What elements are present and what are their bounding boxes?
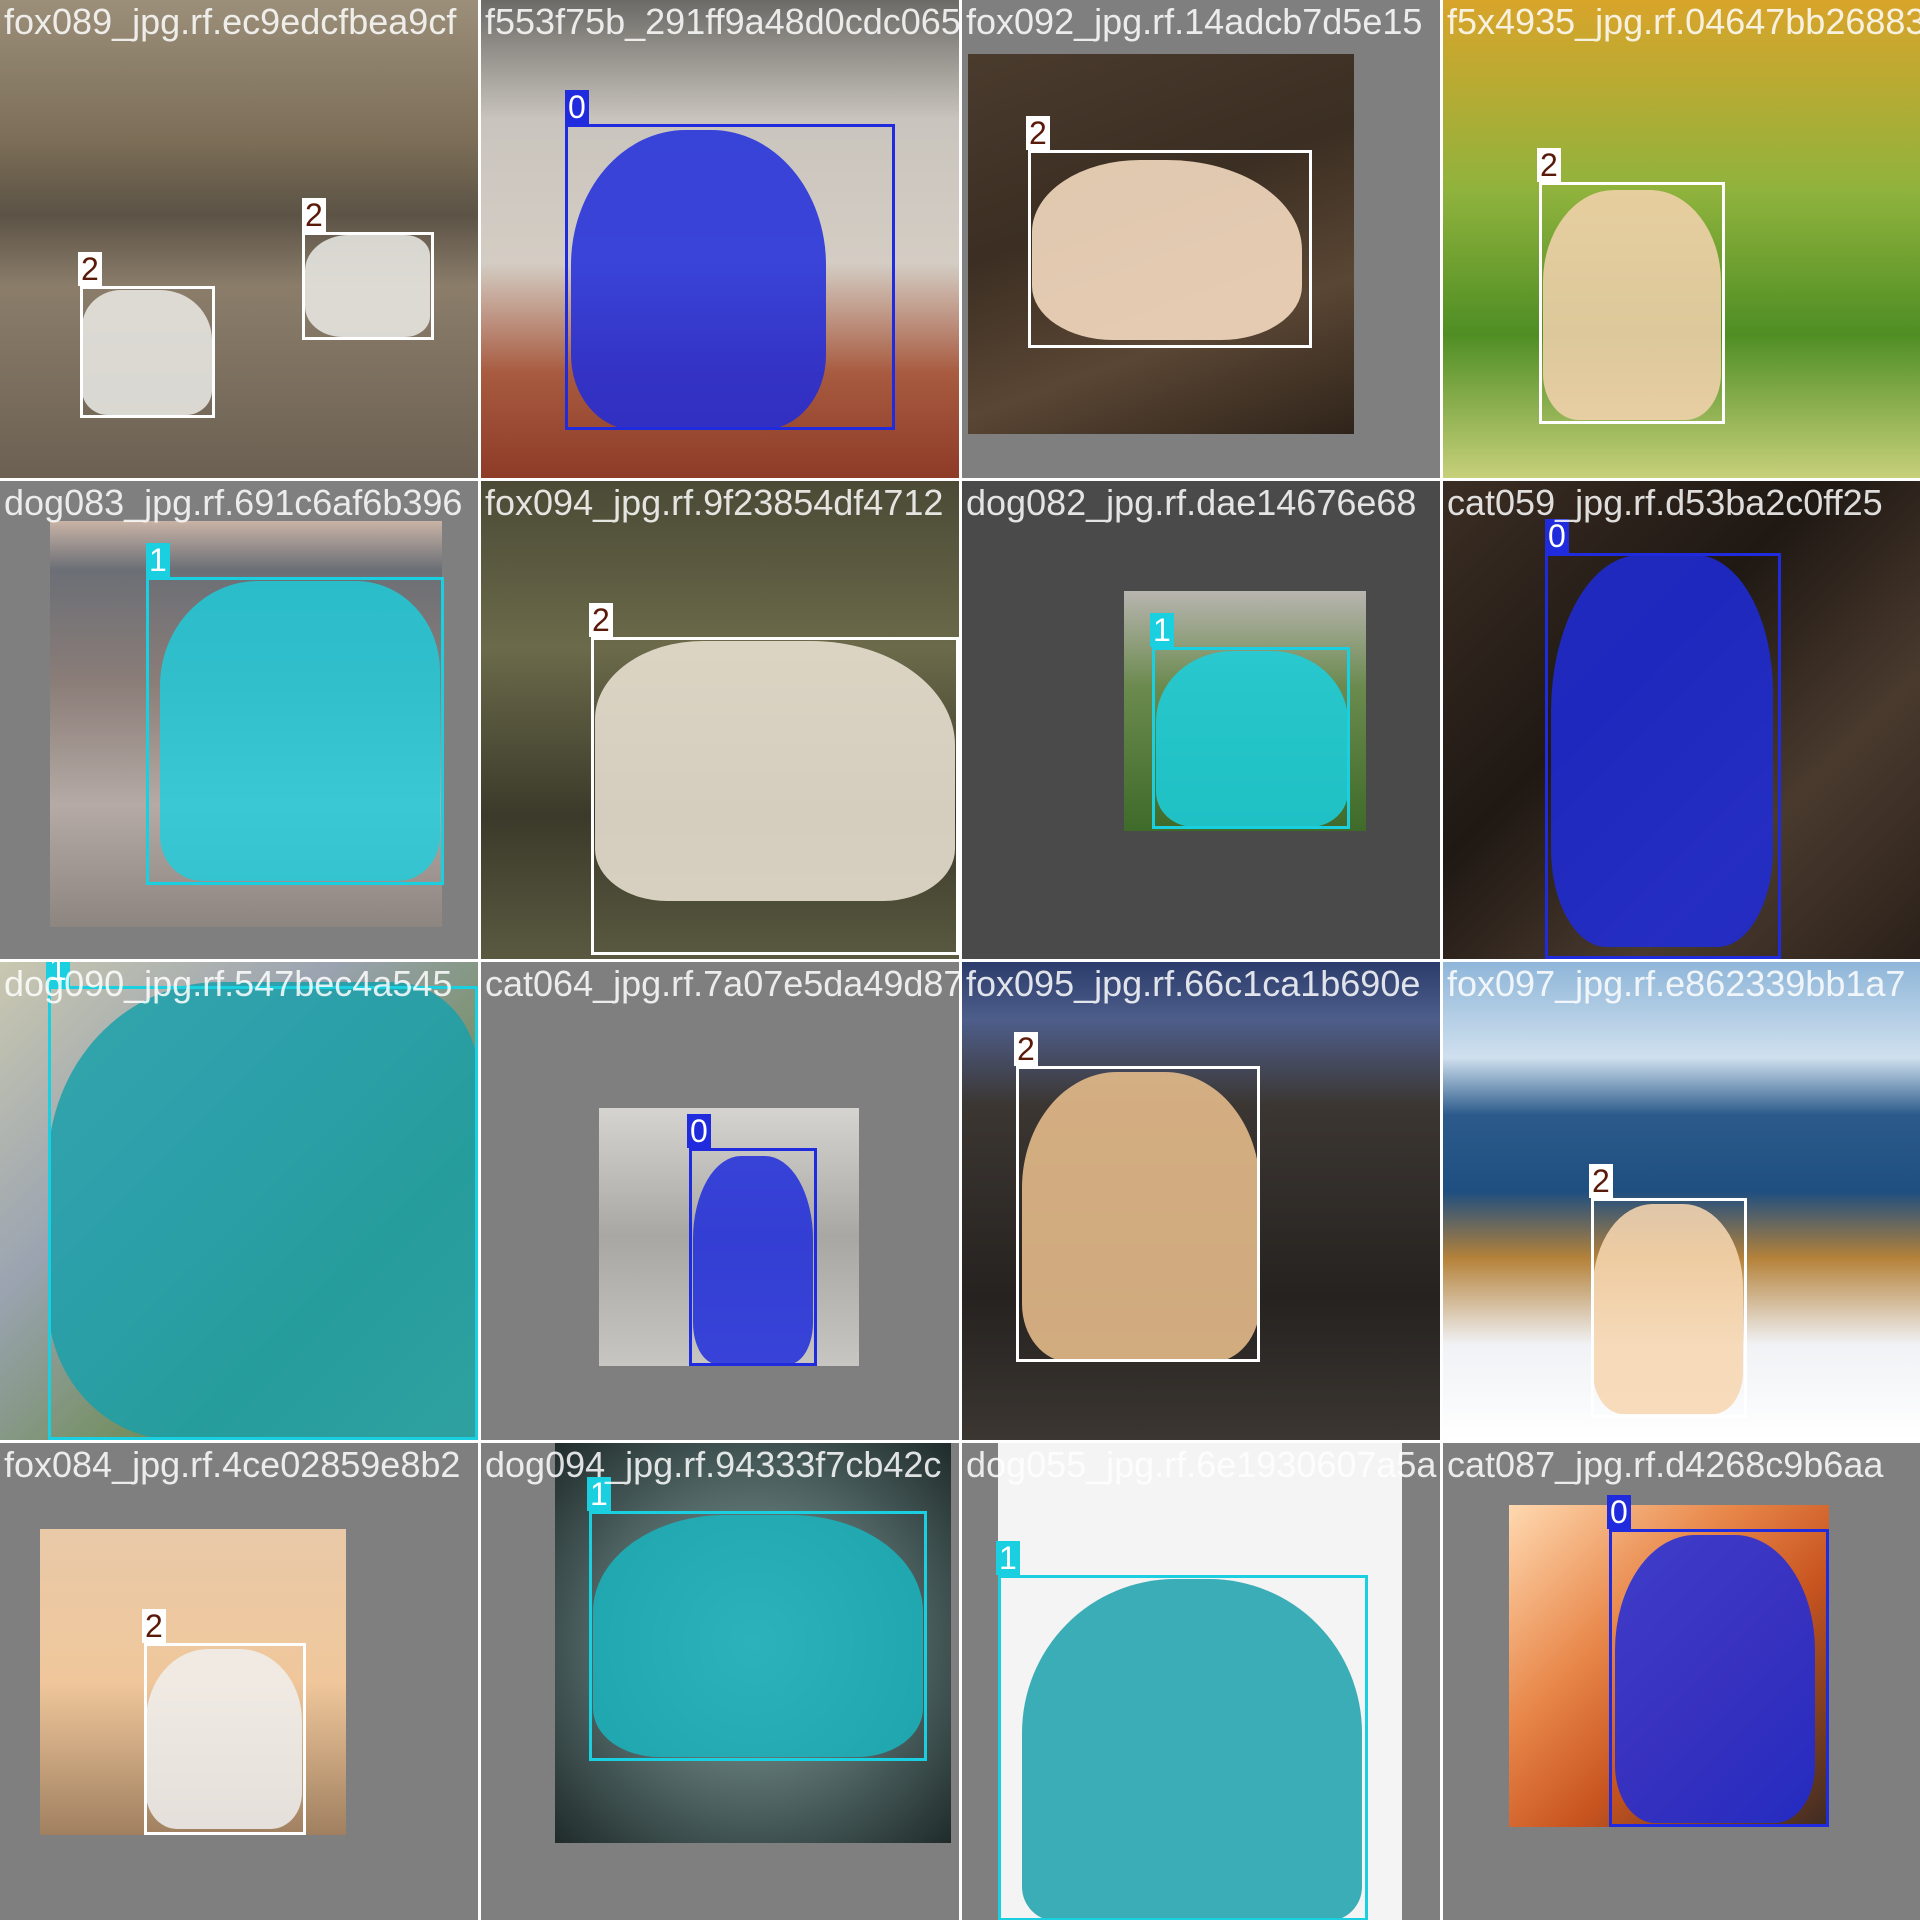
class-label: 2 xyxy=(142,1609,166,1643)
tile-filename: fox092_jpg.rf.14adcb7d5e15 xyxy=(966,1,1423,42)
bounding-box xyxy=(80,286,215,418)
tile: fox089_jpg.rf.ec9edcfbea9cf 2 2 xyxy=(0,0,478,478)
tile: fox097_jpg.rf.e862339bb1a7 2 xyxy=(1443,962,1920,1440)
tile: dog094_jpg.rf.94333f7cb42c 1 xyxy=(481,1443,959,1920)
tile: f553f75b_291ff9a48d0cdc065f 0 xyxy=(481,0,959,478)
class-label: 2 xyxy=(589,603,613,637)
tile: cat064_jpg.rf.7a07e5da49d87 0 xyxy=(481,962,959,1440)
class-label: 1 xyxy=(1150,613,1174,647)
tile-filename: dog090_jpg.rf.547bec4a545 xyxy=(4,963,453,1004)
bounding-box xyxy=(1545,553,1781,959)
class-label: 1 xyxy=(996,1541,1020,1575)
class-label: 2 xyxy=(302,198,326,232)
tile-filename: dog094_jpg.rf.94333f7cb42c xyxy=(485,1444,942,1485)
tile-filename: fox095_jpg.rf.66c1ca1b690e xyxy=(966,963,1421,1004)
tile: dog082_jpg.rf.dae14676e68 1 xyxy=(962,481,1440,959)
class-label: 0 xyxy=(1545,519,1569,553)
tile-filename: fox089_jpg.rf.ec9edcfbea9cf xyxy=(4,1,457,42)
bounding-box xyxy=(565,124,895,430)
bounding-box xyxy=(589,1511,927,1761)
bounding-box xyxy=(1016,1066,1260,1362)
class-label: 0 xyxy=(1607,1495,1631,1529)
tile-filename: cat064_jpg.rf.7a07e5da49d87 xyxy=(485,963,959,1004)
tile-filename: f5x4935_jpg.rf.04647bb26883 xyxy=(1447,1,1920,42)
tile: fox084_jpg.rf.4ce02859e8b2 2 xyxy=(0,1443,478,1920)
tile: fox095_jpg.rf.66c1ca1b690e 2 xyxy=(962,962,1440,1440)
tile-filename: dog083_jpg.rf.691c6af6b396 xyxy=(4,482,463,523)
class-label: 2 xyxy=(1014,1032,1038,1066)
bounding-box xyxy=(144,1643,306,1835)
tile-filename: dog055_jpg.rf.6e1930607a5a xyxy=(966,1444,1437,1485)
tile-filename: f553f75b_291ff9a48d0cdc065f xyxy=(485,1,959,42)
prediction-mosaic: fox089_jpg.rf.ec9edcfbea9cf 2 2 f553f75b… xyxy=(0,0,1920,1920)
bounding-box xyxy=(1152,647,1350,829)
bounding-box xyxy=(146,577,444,885)
class-label: 2 xyxy=(78,252,102,286)
tile: dog083_jpg.rf.691c6af6b396 1 xyxy=(0,481,478,959)
tile: dog055_jpg.rf.6e1930607a5a 1 xyxy=(962,1443,1440,1920)
class-label: 2 xyxy=(1589,1164,1613,1198)
bounding-box xyxy=(689,1148,817,1366)
class-label: 2 xyxy=(1026,116,1050,150)
bounding-box xyxy=(1539,182,1725,424)
class-label: 0 xyxy=(565,90,589,124)
tile-filename: dog082_jpg.rf.dae14676e68 xyxy=(966,482,1417,523)
class-label: 1 xyxy=(146,543,170,577)
tile-filename: fox094_jpg.rf.9f23854df4712 xyxy=(485,482,944,523)
tile-filename: fox097_jpg.rf.e862339bb1a7 xyxy=(1447,963,1906,1004)
tile-filename: cat059_jpg.rf.d53ba2c0ff25 xyxy=(1447,482,1883,523)
tile: fox092_jpg.rf.14adcb7d5e15 2 xyxy=(962,0,1440,478)
tile-filename: cat087_jpg.rf.d4268c9b6aa xyxy=(1447,1444,1884,1485)
bounding-box xyxy=(998,1575,1368,1920)
bounding-box xyxy=(1028,150,1312,348)
class-label: 0 xyxy=(687,1114,711,1148)
bounding-box xyxy=(591,637,959,955)
bounding-box xyxy=(48,986,478,1440)
class-label: 2 xyxy=(1537,148,1561,182)
bounding-box xyxy=(1591,1198,1747,1418)
tile: dog090_jpg.rf.547bec4a545 1 xyxy=(0,962,478,1440)
bounding-box xyxy=(302,232,434,340)
tile: cat087_jpg.rf.d4268c9b6aa 0 xyxy=(1443,1443,1920,1920)
tile-filename: fox084_jpg.rf.4ce02859e8b2 xyxy=(4,1444,461,1485)
tile: fox094_jpg.rf.9f23854df4712 2 xyxy=(481,481,959,959)
tile: cat059_jpg.rf.d53ba2c0ff25 0 xyxy=(1443,481,1920,959)
bounding-box xyxy=(1609,1529,1829,1827)
tile: f5x4935_jpg.rf.04647bb26883 2 xyxy=(1443,0,1920,478)
